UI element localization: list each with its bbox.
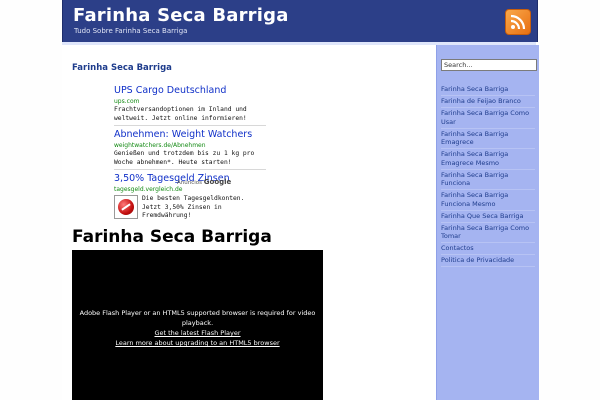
sidebar-item[interactable]: Farinha Seca Barriga Emagrece (441, 130, 535, 149)
ad-image-row: Die besten Tagesgeldkonten. Jetzt 3,50% … (114, 195, 266, 221)
ad-item[interactable]: Abnehmen: Weight Watchers weightwatchers… (114, 129, 266, 170)
ad-text-group: Die besten Tagesgeldkonten. Jetzt 3,50% … (142, 195, 244, 221)
ad-title[interactable]: UPS Cargo Deutschland (114, 85, 266, 97)
player-message-line: playback. (181, 319, 214, 327)
sidebar-item[interactable]: Farinha Seca Barriga Como Tomar (441, 224, 535, 243)
video-player[interactable]: Adobe Flash Player or an HTML5 supported… (72, 250, 323, 400)
sidebar-item[interactable]: Farinha de Feijao Branco (441, 97, 535, 108)
sidebar-item[interactable]: Farinha Seca Barriga (441, 85, 535, 96)
ads-label: Anúncios (177, 180, 203, 186)
ad-text: weltweit. Jetzt online informieren! (114, 114, 247, 122)
ad-text: Genießen und trotzdem bis zu 1 kg pro (114, 150, 255, 157)
post-title: Farinha Seca Barriga (72, 227, 272, 247)
html5-browser-link[interactable]: Learn more about upgrading to an HTML5 b… (72, 338, 323, 348)
ad-text: Die besten Tagesgeldkonten. (142, 195, 245, 202)
ad-thumbnail-icon[interactable] (114, 195, 138, 219)
ad-title[interactable]: Abnehmen: Weight Watchers (114, 129, 266, 141)
content-heading[interactable]: Farinha Seca Barriga (72, 63, 172, 73)
sidebar-item[interactable]: Farinha Seca Barriga Emagrece Mesmo (441, 150, 535, 170)
search-input[interactable] (441, 59, 537, 71)
player-message-line: Adobe Flash Player or an HTML5 supported… (79, 309, 316, 317)
rss-glyph-icon (510, 14, 526, 30)
sidebar: Farinha Seca Barriga Farinha de Feijao B… (436, 45, 539, 400)
google-logo: Google (203, 178, 232, 186)
flash-player-link[interactable]: Get the latest Flash Player (72, 328, 323, 338)
sidebar-item[interactable]: Farinha Que Seca Barriga (441, 212, 535, 223)
ad-text: Woche abnehmen*. Heute starten! (114, 158, 232, 166)
ad-block: UPS Cargo Deutschland ups.com Frachtvers… (114, 85, 266, 226)
ad-item[interactable]: UPS Cargo Deutschland ups.com Frachtvers… (114, 85, 266, 126)
ad-url[interactable]: ups.com (114, 97, 266, 106)
sidebar-item[interactable]: Farinha Seca Barriga Como Usar (441, 109, 535, 129)
sidebar-item[interactable]: Politica de Privacidade (441, 256, 535, 267)
ad-text: Frachtversandoptionen im Inland und (114, 106, 247, 113)
site-title[interactable]: Farinha Seca Barriga (73, 5, 289, 26)
ads-by-google[interactable]: Anúncios Google (177, 178, 231, 186)
ad-url[interactable]: tagesgeld.vergleich.de (114, 185, 266, 194)
site-description: Tudo Sobre Farinha Seca Barriga (74, 27, 188, 35)
ad-text: Fremdwährung! (142, 212, 192, 219)
player-message: Adobe Flash Player or an HTML5 supported… (72, 308, 323, 348)
rss-feed-icon[interactable] (505, 9, 531, 35)
sidebar-item[interactable]: Farinha Seca Barriga Funciona (441, 171, 535, 190)
sidebar-item[interactable]: Farinha Seca Barriga Funciona Mesmo (441, 191, 535, 211)
ad-url[interactable]: weightwatchers.de/Abnehmen (114, 141, 266, 150)
site-header: Farinha Seca Barriga Tudo Sobre Farinha … (62, 0, 538, 42)
ad-text: Jetzt 3,50% Zinsen in (142, 203, 222, 211)
sidebar-item[interactable]: Contactos (441, 244, 535, 255)
sidebar-page-list: Farinha Seca Barriga Farinha de Feijao B… (441, 85, 535, 268)
